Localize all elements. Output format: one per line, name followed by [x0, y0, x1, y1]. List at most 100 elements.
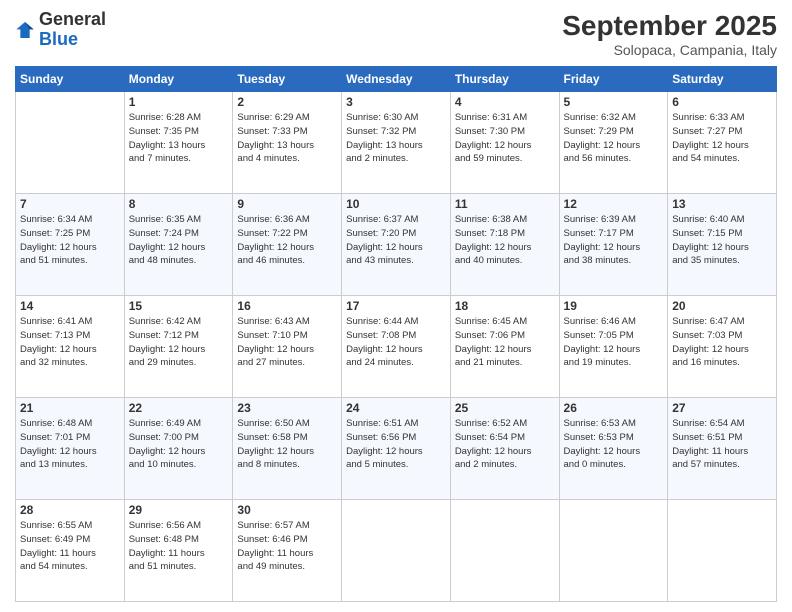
day-header-sunday: Sunday	[16, 67, 125, 92]
location-subtitle: Solopaca, Campania, Italy	[562, 42, 777, 58]
day-number: 5	[564, 95, 664, 109]
day-cell: 30 Sunrise: 6:57 AM Sunset: 6:46 PM Dayli…	[233, 500, 342, 602]
day-cell: 12 Sunrise: 6:39 AM Sunset: 7:17 PM Dayli…	[559, 194, 668, 296]
day-cell: 11 Sunrise: 6:38 AM Sunset: 7:18 PM Dayli…	[450, 194, 559, 296]
day-number: 16	[237, 299, 337, 313]
day-cell: 16 Sunrise: 6:43 AM Sunset: 7:10 PM Dayli…	[233, 296, 342, 398]
day-info: Sunrise: 6:45 AM Sunset: 7:06 PM Dayligh…	[455, 315, 555, 370]
day-cell: 28Sunrise: 6:55 AM Sunset: 6:49 PM Dayli…	[16, 500, 125, 602]
week-row-1: 1 Sunrise: 6:28 AM Sunset: 7:35 PM Daylig…	[16, 92, 777, 194]
week-row-4: 21 Sunrise: 6:48 AM Sunset: 7:01 PM Dayli…	[16, 398, 777, 500]
day-info: Sunrise: 6:35 AM Sunset: 7:24 PM Dayligh…	[129, 213, 229, 268]
day-header-thursday: Thursday	[450, 67, 559, 92]
header: General Blue September 2025 Solopaca, Ca…	[15, 10, 777, 58]
logo-blue-text: Blue	[39, 29, 78, 49]
calendar-table: SundayMondayTuesdayWednesdayThursdayFrid…	[15, 66, 777, 602]
title-block: September 2025 Solopaca, Campania, Italy	[562, 10, 777, 58]
day-cell: 15Sunrise: 6:42 AM Sunset: 7:12 PM Dayli…	[124, 296, 233, 398]
day-info: Sunrise: 6:53 AM Sunset: 6:53 PM Dayligh…	[564, 417, 664, 472]
day-cell: 2 Sunrise: 6:29 AM Sunset: 7:33 PM Daylig…	[233, 92, 342, 194]
day-cell	[450, 500, 559, 602]
day-info: Sunrise: 6:33 AM Sunset: 7:27 PM Dayligh…	[672, 111, 772, 166]
day-info: Sunrise: 6:34 AM Sunset: 7:25 PM Dayligh…	[20, 213, 120, 268]
day-cell: 21 Sunrise: 6:48 AM Sunset: 7:01 PM Dayli…	[16, 398, 125, 500]
day-info: Sunrise: 6:41 AM Sunset: 7:13 PM Dayligh…	[20, 315, 120, 370]
day-info: Sunrise: 6:44 AM Sunset: 7:08 PM Dayligh…	[346, 315, 446, 370]
day-cell: 20Sunrise: 6:47 AM Sunset: 7:03 PM Dayli…	[668, 296, 777, 398]
day-number: 11	[455, 197, 555, 211]
day-number: 14	[20, 299, 120, 313]
day-info: Sunrise: 6:40 AM Sunset: 7:15 PM Dayligh…	[672, 213, 772, 268]
day-header-wednesday: Wednesday	[342, 67, 451, 92]
day-info: Sunrise: 6:39 AM Sunset: 7:17 PM Dayligh…	[564, 213, 664, 268]
day-info: Sunrise: 6:43 AM Sunset: 7:10 PM Dayligh…	[237, 315, 337, 370]
day-cell: 19 Sunrise: 6:46 AM Sunset: 7:05 PM Dayli…	[559, 296, 668, 398]
day-cell: 23Sunrise: 6:50 AM Sunset: 6:58 PM Dayli…	[233, 398, 342, 500]
day-header-tuesday: Tuesday	[233, 67, 342, 92]
day-number: 27	[672, 401, 772, 415]
day-info: Sunrise: 6:52 AM Sunset: 6:54 PM Dayligh…	[455, 417, 555, 472]
day-info: Sunrise: 6:30 AM Sunset: 7:32 PM Dayligh…	[346, 111, 446, 166]
day-number: 19	[564, 299, 664, 313]
day-number: 6	[672, 95, 772, 109]
day-cell: 24Sunrise: 6:51 AM Sunset: 6:56 PM Dayli…	[342, 398, 451, 500]
day-number: 17	[346, 299, 446, 313]
day-cell: 29 Sunrise: 6:56 AM Sunset: 6:48 PM Dayli…	[124, 500, 233, 602]
day-cell: 4Sunrise: 6:31 AM Sunset: 7:30 PM Daylig…	[450, 92, 559, 194]
day-info: Sunrise: 6:38 AM Sunset: 7:18 PM Dayligh…	[455, 213, 555, 268]
week-row-2: 7 Sunrise: 6:34 AM Sunset: 7:25 PM Daylig…	[16, 194, 777, 296]
day-cell: 5Sunrise: 6:32 AM Sunset: 7:29 PM Daylig…	[559, 92, 668, 194]
day-number: 2	[237, 95, 337, 109]
day-info: Sunrise: 6:36 AM Sunset: 7:22 PM Dayligh…	[237, 213, 337, 268]
day-info: Sunrise: 6:49 AM Sunset: 7:00 PM Dayligh…	[129, 417, 229, 472]
day-cell: 27Sunrise: 6:54 AM Sunset: 6:51 PM Dayli…	[668, 398, 777, 500]
logo-icon	[15, 20, 35, 40]
day-info: Sunrise: 6:29 AM Sunset: 7:33 PM Dayligh…	[237, 111, 337, 166]
day-info: Sunrise: 6:28 AM Sunset: 7:35 PM Dayligh…	[129, 111, 229, 166]
day-cell: 22 Sunrise: 6:49 AM Sunset: 7:00 PM Dayli…	[124, 398, 233, 500]
day-header-saturday: Saturday	[668, 67, 777, 92]
day-info: Sunrise: 6:48 AM Sunset: 7:01 PM Dayligh…	[20, 417, 120, 472]
day-cell: 8Sunrise: 6:35 AM Sunset: 7:24 PM Daylig…	[124, 194, 233, 296]
day-number: 29	[129, 503, 229, 517]
day-cell: 13Sunrise: 6:40 AM Sunset: 7:15 PM Dayli…	[668, 194, 777, 296]
week-row-5: 28Sunrise: 6:55 AM Sunset: 6:49 PM Dayli…	[16, 500, 777, 602]
day-cell: 1 Sunrise: 6:28 AM Sunset: 7:35 PM Daylig…	[124, 92, 233, 194]
day-number: 22	[129, 401, 229, 415]
day-number: 21	[20, 401, 120, 415]
month-title: September 2025	[562, 10, 777, 42]
day-cell: 3 Sunrise: 6:30 AM Sunset: 7:32 PM Daylig…	[342, 92, 451, 194]
day-info: Sunrise: 6:57 AM Sunset: 6:46 PM Dayligh…	[237, 519, 337, 574]
week-row-3: 14 Sunrise: 6:41 AM Sunset: 7:13 PM Dayli…	[16, 296, 777, 398]
day-cell: 7 Sunrise: 6:34 AM Sunset: 7:25 PM Daylig…	[16, 194, 125, 296]
day-header-friday: Friday	[559, 67, 668, 92]
day-number: 7	[20, 197, 120, 211]
logo-general-text: General	[39, 9, 106, 29]
day-cell: 14 Sunrise: 6:41 AM Sunset: 7:13 PM Dayli…	[16, 296, 125, 398]
day-info: Sunrise: 6:31 AM Sunset: 7:30 PM Dayligh…	[455, 111, 555, 166]
page: General Blue September 2025 Solopaca, Ca…	[0, 0, 792, 612]
day-info: Sunrise: 6:46 AM Sunset: 7:05 PM Dayligh…	[564, 315, 664, 370]
day-info: Sunrise: 6:37 AM Sunset: 7:20 PM Dayligh…	[346, 213, 446, 268]
day-cell	[668, 500, 777, 602]
day-number: 12	[564, 197, 664, 211]
day-cell	[342, 500, 451, 602]
day-number: 20	[672, 299, 772, 313]
day-number: 24	[346, 401, 446, 415]
day-cell: 25 Sunrise: 6:52 AM Sunset: 6:54 PM Dayli…	[450, 398, 559, 500]
day-info: Sunrise: 6:42 AM Sunset: 7:12 PM Dayligh…	[129, 315, 229, 370]
day-number: 18	[455, 299, 555, 313]
day-number: 25	[455, 401, 555, 415]
day-info: Sunrise: 6:55 AM Sunset: 6:49 PM Dayligh…	[20, 519, 120, 574]
day-cell: 26Sunrise: 6:53 AM Sunset: 6:53 PM Dayli…	[559, 398, 668, 500]
day-header-monday: Monday	[124, 67, 233, 92]
logo: General Blue	[15, 10, 106, 50]
day-cell: 10Sunrise: 6:37 AM Sunset: 7:20 PM Dayli…	[342, 194, 451, 296]
day-number: 3	[346, 95, 446, 109]
day-number: 23	[237, 401, 337, 415]
day-cell: 17 Sunrise: 6:44 AM Sunset: 7:08 PM Dayli…	[342, 296, 451, 398]
day-number: 1	[129, 95, 229, 109]
day-cell: 18 Sunrise: 6:45 AM Sunset: 7:06 PM Dayli…	[450, 296, 559, 398]
day-info: Sunrise: 6:56 AM Sunset: 6:48 PM Dayligh…	[129, 519, 229, 574]
day-number: 30	[237, 503, 337, 517]
